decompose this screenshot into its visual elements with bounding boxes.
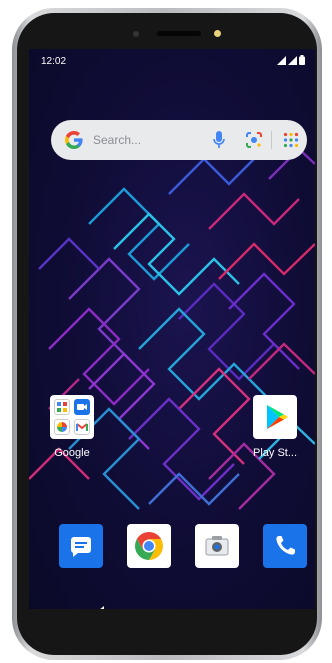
- play-store-icon: [253, 395, 297, 439]
- google-lens-icon[interactable]: [245, 131, 263, 149]
- phone-body: 12:02 Search... Google Play St...: [17, 13, 317, 655]
- google-g-icon: [65, 131, 83, 149]
- signal-icon: [277, 56, 286, 65]
- phone-icon: [276, 536, 295, 555]
- top-bezel: [17, 13, 317, 49]
- battery-icon: [299, 55, 305, 65]
- dock-chrome[interactable]: [127, 524, 171, 568]
- dock-camera[interactable]: [195, 524, 239, 568]
- search-divider: [271, 131, 272, 149]
- status-icons: [277, 55, 305, 65]
- app-google-folder[interactable]: Google: [42, 395, 102, 459]
- earpiece-speaker: [157, 31, 201, 36]
- messages-icon: [71, 537, 91, 557]
- gmail-mini-icon: [74, 419, 90, 435]
- google-mini-icon: [54, 399, 70, 415]
- nav-back-icon[interactable]: [94, 606, 104, 609]
- signal-icon-2: [288, 56, 297, 65]
- status-time: 12:02: [41, 56, 67, 67]
- status-bar: 12:02: [29, 49, 315, 71]
- meet-mini-icon: [74, 399, 90, 415]
- app-play-store[interactable]: Play St...: [245, 395, 305, 459]
- mic-icon[interactable]: [213, 131, 225, 149]
- chrome-icon: [135, 532, 163, 560]
- apps-grid-icon[interactable]: [283, 132, 299, 148]
- front-flash: [214, 30, 221, 37]
- app-label-google: Google: [54, 447, 90, 459]
- app-label-play-store: Play St...: [252, 447, 298, 459]
- camera-icon: [205, 536, 229, 556]
- google-folder-icon: [50, 395, 94, 439]
- front-camera: [133, 31, 139, 37]
- dock-messages[interactable]: [59, 524, 103, 568]
- search-placeholder: Search...: [93, 133, 142, 147]
- photos-mini-icon: [54, 419, 70, 435]
- dock-phone[interactable]: [263, 524, 307, 568]
- home-screen: 12:02 Search... Google Play St...: [29, 49, 315, 609]
- google-search-bar[interactable]: Search...: [51, 120, 307, 160]
- phone-frame: 12:02 Search... Google Play St...: [12, 8, 322, 660]
